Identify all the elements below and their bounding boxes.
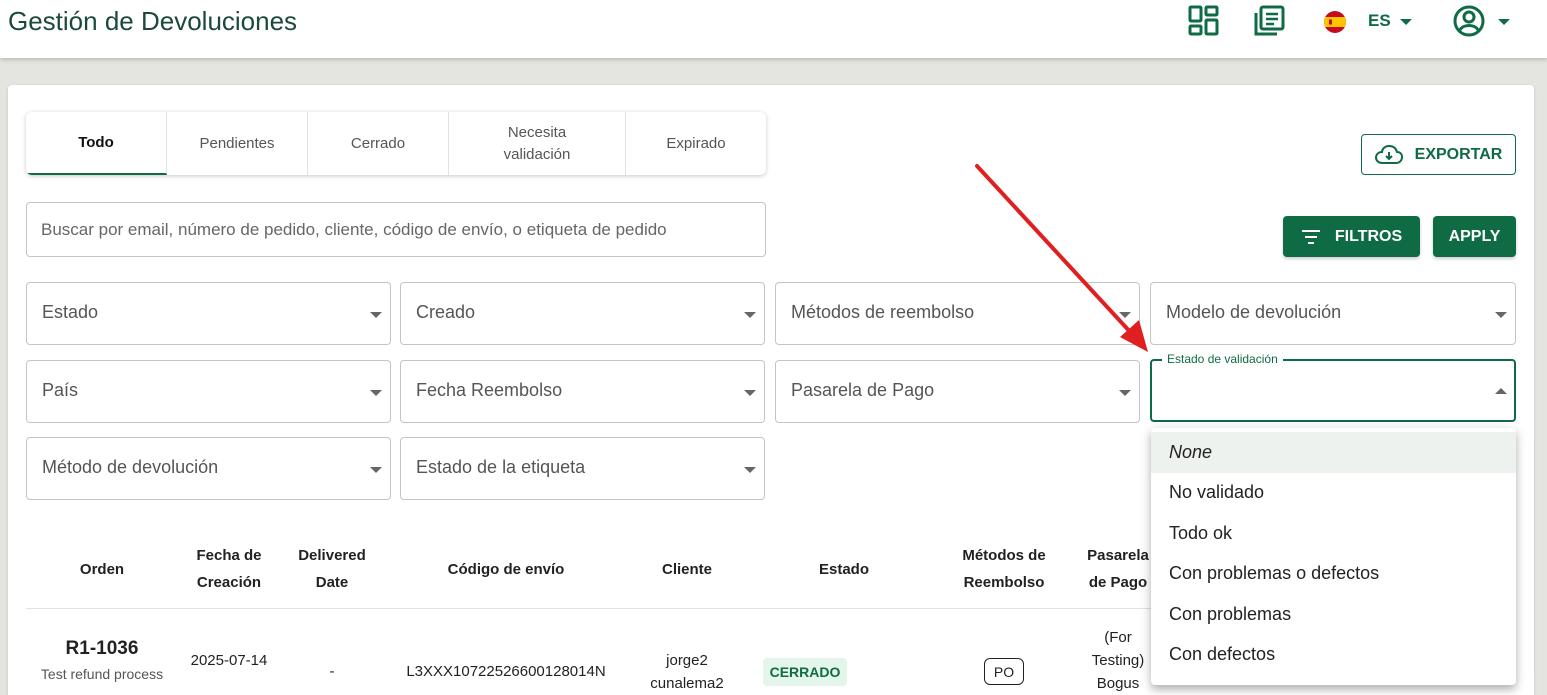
status-badge: CERRADO <box>763 658 847 686</box>
menu-option-con-problemas-o-defectos[interactable]: Con problemas o defectos <box>1151 554 1516 595</box>
estado-validacion-label: Estado de validación <box>1162 352 1283 366</box>
filters-button[interactable]: FILTROS <box>1283 216 1420 257</box>
menu-option-none[interactable]: None <box>1151 432 1516 473</box>
filters-label: FILTROS <box>1334 227 1403 245</box>
shipping-code: L3XXX10722526600128014N <box>406 663 606 680</box>
tab-necesita-validacion[interactable]: Necesita validación <box>449 112 626 175</box>
modelo-devolucion-label: Modelo de devolución <box>1166 302 1342 322</box>
column-header-orden[interactable]: Orden <box>26 530 178 608</box>
dropdown-arrow-icon <box>744 312 756 318</box>
estado-etiqueta-select[interactable]: Estado de la etiqueta <box>400 437 765 500</box>
account-caret-icon[interactable] <box>1498 19 1510 25</box>
language-selector[interactable]: ES <box>1368 11 1391 31</box>
creado-label: Creado <box>416 302 476 322</box>
modelo-devolucion-select[interactable]: Modelo de devolución <box>1150 282 1516 345</box>
cloud-download-icon <box>1374 144 1403 164</box>
column-header-pasarela-pago[interactable]: Pasarela de Pago <box>1080 530 1156 608</box>
dropdown-arrow-icon <box>1119 312 1131 318</box>
dropdown-arrow-icon <box>370 312 382 318</box>
creation-date: 2025-07-14 <box>190 652 268 669</box>
column-header-estado[interactable]: Estado <box>760 530 928 608</box>
client-name: jorge2 cunalema2 <box>650 652 724 692</box>
dropdown-arrow-up-icon <box>1495 388 1507 394</box>
export-button[interactable]: EXPORTAR <box>1361 134 1516 175</box>
spain-flag-icon[interactable] <box>1324 11 1346 33</box>
column-header-delivered-date[interactable]: Delivered Date <box>292 530 372 608</box>
order-id[interactable]: R1-1036 <box>26 638 178 660</box>
payment-gateway: (For Testing) Bogus Gateway <box>1091 629 1145 692</box>
dropdown-arrow-icon <box>744 390 756 396</box>
search-input[interactable] <box>26 202 766 257</box>
tab-pendientes[interactable]: Pendientes <box>167 112 308 175</box>
metodos-reembolso-label: Métodos de reembolso <box>791 302 975 322</box>
pais-select[interactable]: País <box>26 360 391 423</box>
tab-expirado[interactable]: Expirado <box>626 112 766 175</box>
status-tabs: Todo Pendientes Cerrado Necesita validac… <box>26 112 766 175</box>
document-list-icon[interactable] <box>1252 4 1286 38</box>
refund-method-chip: PO <box>984 658 1024 685</box>
estado-label: Estado <box>42 302 99 322</box>
dropdown-arrow-icon <box>370 390 382 396</box>
estado-select[interactable]: Estado <box>26 282 391 345</box>
menu-option-con-problemas[interactable]: Con problemas <box>1151 594 1516 635</box>
menu-option-todo-ok[interactable]: Todo ok <box>1151 513 1516 554</box>
validation-status-menu: None No validado Todo ok Con problemas o… <box>1151 428 1516 685</box>
fecha-reembolso-select[interactable]: Fecha Reembolso <box>400 360 765 423</box>
export-label: EXPORTAR <box>1414 145 1503 163</box>
menu-option-no-validado[interactable]: No validado <box>1151 473 1516 514</box>
menu-option-con-defectos[interactable]: Con defectos <box>1151 635 1516 676</box>
metodos-reembolso-select[interactable]: Métodos de reembolso <box>775 282 1140 345</box>
pasarela-pago-select[interactable]: Pasarela de Pago <box>775 360 1140 423</box>
filter-icon <box>1301 229 1320 244</box>
page-title: Gestión de Devoluciones <box>8 6 298 36</box>
delivered-date: - <box>329 663 335 680</box>
column-header-codigo-envio[interactable]: Código de envío <box>396 530 616 608</box>
apply-button[interactable]: APPLY <box>1433 216 1516 257</box>
estado-etiqueta-label: Estado de la etiqueta <box>416 457 586 477</box>
pasarela-pago-label: Pasarela de Pago <box>791 380 935 400</box>
dropdown-arrow-icon <box>1119 390 1131 396</box>
tab-todo[interactable]: Todo <box>26 112 167 175</box>
estado-validacion-select[interactable]: Estado de validación <box>1150 352 1516 422</box>
dropdown-arrow-icon <box>370 467 382 473</box>
column-header-metodos-reembolso[interactable]: Métodos de Reembolso <box>950 530 1058 608</box>
tab-cerrado[interactable]: Cerrado <box>308 112 449 175</box>
metodo-devolucion-select[interactable]: Método de devolución <box>26 437 391 500</box>
order-note: Test refund process <box>40 666 164 682</box>
dashboard-icon[interactable] <box>1187 4 1221 38</box>
column-header-cliente[interactable]: Cliente <box>640 530 734 608</box>
dropdown-arrow-icon <box>1495 312 1507 318</box>
creado-select[interactable]: Creado <box>400 282 765 345</box>
language-caret-icon[interactable] <box>1400 19 1412 25</box>
account-circle-icon[interactable] <box>1452 4 1486 38</box>
metodo-devolucion-label: Método de devolución <box>42 457 219 477</box>
pais-label: País <box>42 380 79 400</box>
dropdown-arrow-icon <box>744 467 756 473</box>
top-app-bar: Gestión de Devoluciones ES <box>0 0 1547 58</box>
column-header-fecha-creacion[interactable]: Fecha de Creación <box>186 530 272 608</box>
fecha-reembolso-label: Fecha Reembolso <box>416 380 563 400</box>
